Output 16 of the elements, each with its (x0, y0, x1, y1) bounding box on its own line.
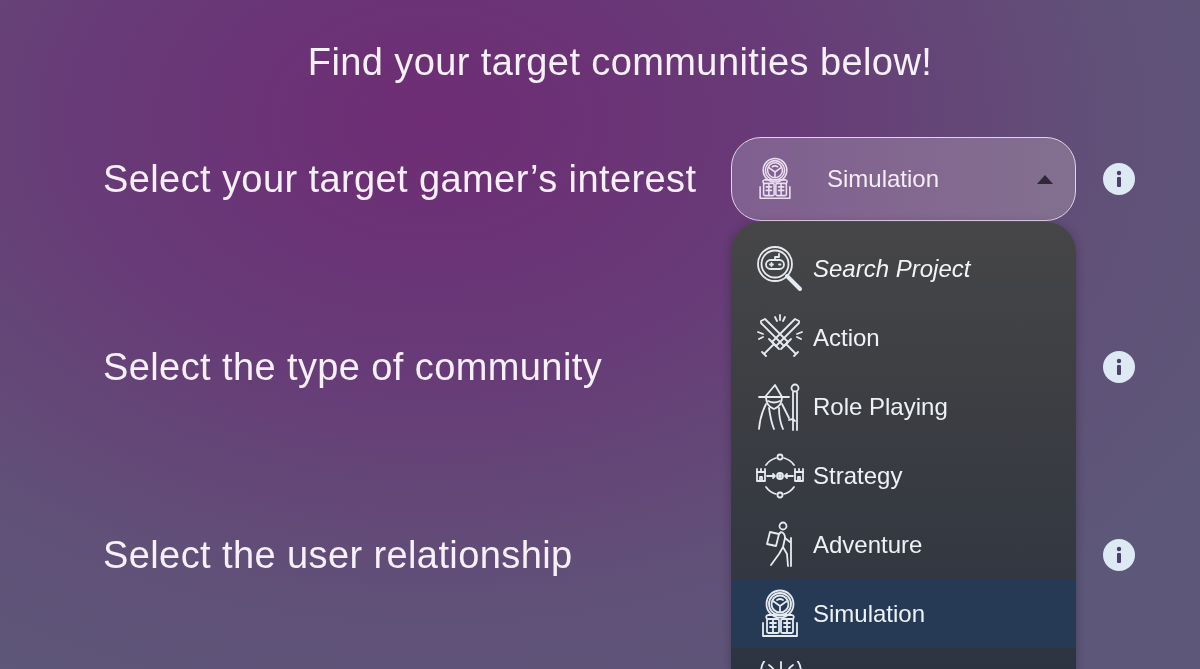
interest-dropdown[interactable]: Simulation (731, 137, 1076, 221)
info-icon[interactable] (1103, 163, 1135, 195)
menu-option[interactable]: Role Playing (731, 372, 1076, 441)
menu-option[interactable]: Simulation (731, 579, 1076, 648)
menu-option[interactable]: Strategy (731, 441, 1076, 510)
menu-option[interactable]: Adventure (731, 510, 1076, 579)
info-icon[interactable] (1103, 539, 1135, 571)
field-label: Select the user relationship (103, 533, 573, 577)
ball-icon (759, 661, 803, 669)
field-label: Select the type of community (103, 345, 603, 389)
info-icon[interactable] (1103, 351, 1135, 383)
search-field[interactable]: Search Project (813, 251, 1033, 286)
search-icon (755, 243, 805, 294)
field-label: Select your target gamer’s interest (103, 157, 697, 201)
menu-option[interactable]: Action (731, 303, 1076, 372)
page-heading: Find your target communities below! (306, 40, 934, 84)
